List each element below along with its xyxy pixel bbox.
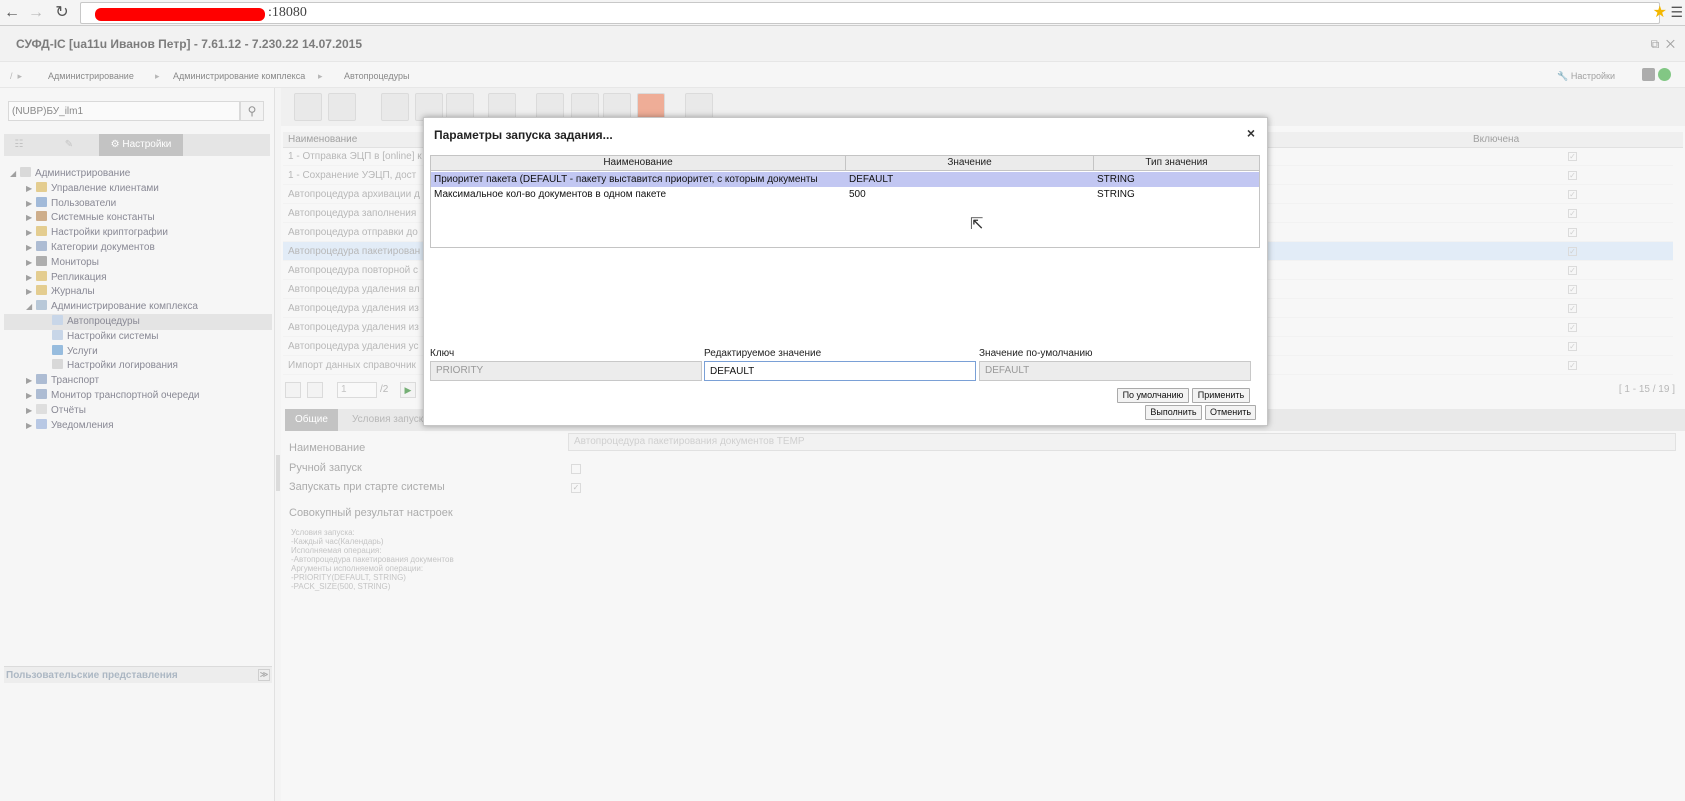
- key-label: Ключ: [430, 348, 455, 359]
- edit-value-input[interactable]: [704, 361, 976, 381]
- redacted-host: [95, 8, 265, 21]
- url-port: :18080: [268, 5, 307, 20]
- col-param-value[interactable]: Значение: [846, 156, 1094, 171]
- default-button[interactable]: По умолчанию: [1117, 388, 1189, 403]
- param-type: STRING: [1097, 174, 1135, 185]
- param-value: DEFAULT: [849, 174, 894, 185]
- edit-value-label: Редактируемое значение: [704, 348, 822, 359]
- key-field: PRIORITY: [430, 361, 702, 381]
- default-value-field: DEFAULT: [979, 361, 1251, 381]
- dialog-spacer: [430, 248, 1260, 338]
- browser-menu-icon[interactable]: ☰: [1670, 4, 1683, 21]
- param-name: Приоритет пакета (DEFAULT - пакету выста…: [434, 174, 818, 185]
- forward-icon[interactable]: →: [26, 3, 46, 23]
- mouse-cursor-icon: ⇱: [970, 216, 984, 233]
- param-name: Максимальное кол-во документов в одном п…: [434, 189, 667, 200]
- params-table: Наименование Значение Тип значения Приор…: [430, 155, 1260, 248]
- apply-button[interactable]: Применить: [1192, 388, 1250, 403]
- cancel-button[interactable]: Отменить: [1205, 405, 1256, 420]
- browser-toolbar: ← → ↻ :18080 ★ ☰: [0, 0, 1685, 26]
- dialog-title: Параметры запуска задания...: [434, 128, 613, 142]
- params-table-header: Наименование Значение Тип значения: [431, 156, 1259, 171]
- close-icon[interactable]: ×: [1247, 125, 1255, 141]
- bookmark-star-icon[interactable]: ★: [1653, 2, 1667, 22]
- param-value: 500: [849, 189, 866, 200]
- default-value-label: Значение по-умолчанию: [979, 348, 1093, 359]
- launch-params-dialog: Параметры запуска задания... × Наименова…: [423, 117, 1268, 426]
- param-row[interactable]: Максимальное кол-во документов в одном п…: [431, 187, 1259, 202]
- param-row[interactable]: Приоритет пакета (DEFAULT - пакету выста…: [431, 172, 1259, 187]
- reload-icon[interactable]: ↻: [52, 3, 72, 23]
- run-button[interactable]: Выполнить: [1145, 405, 1202, 420]
- col-param-type[interactable]: Тип значения: [1094, 156, 1259, 171]
- back-icon[interactable]: ←: [2, 3, 22, 23]
- col-param-name[interactable]: Наименование: [431, 156, 846, 171]
- param-type: STRING: [1097, 189, 1135, 200]
- address-bar[interactable]: :18080: [80, 2, 1660, 24]
